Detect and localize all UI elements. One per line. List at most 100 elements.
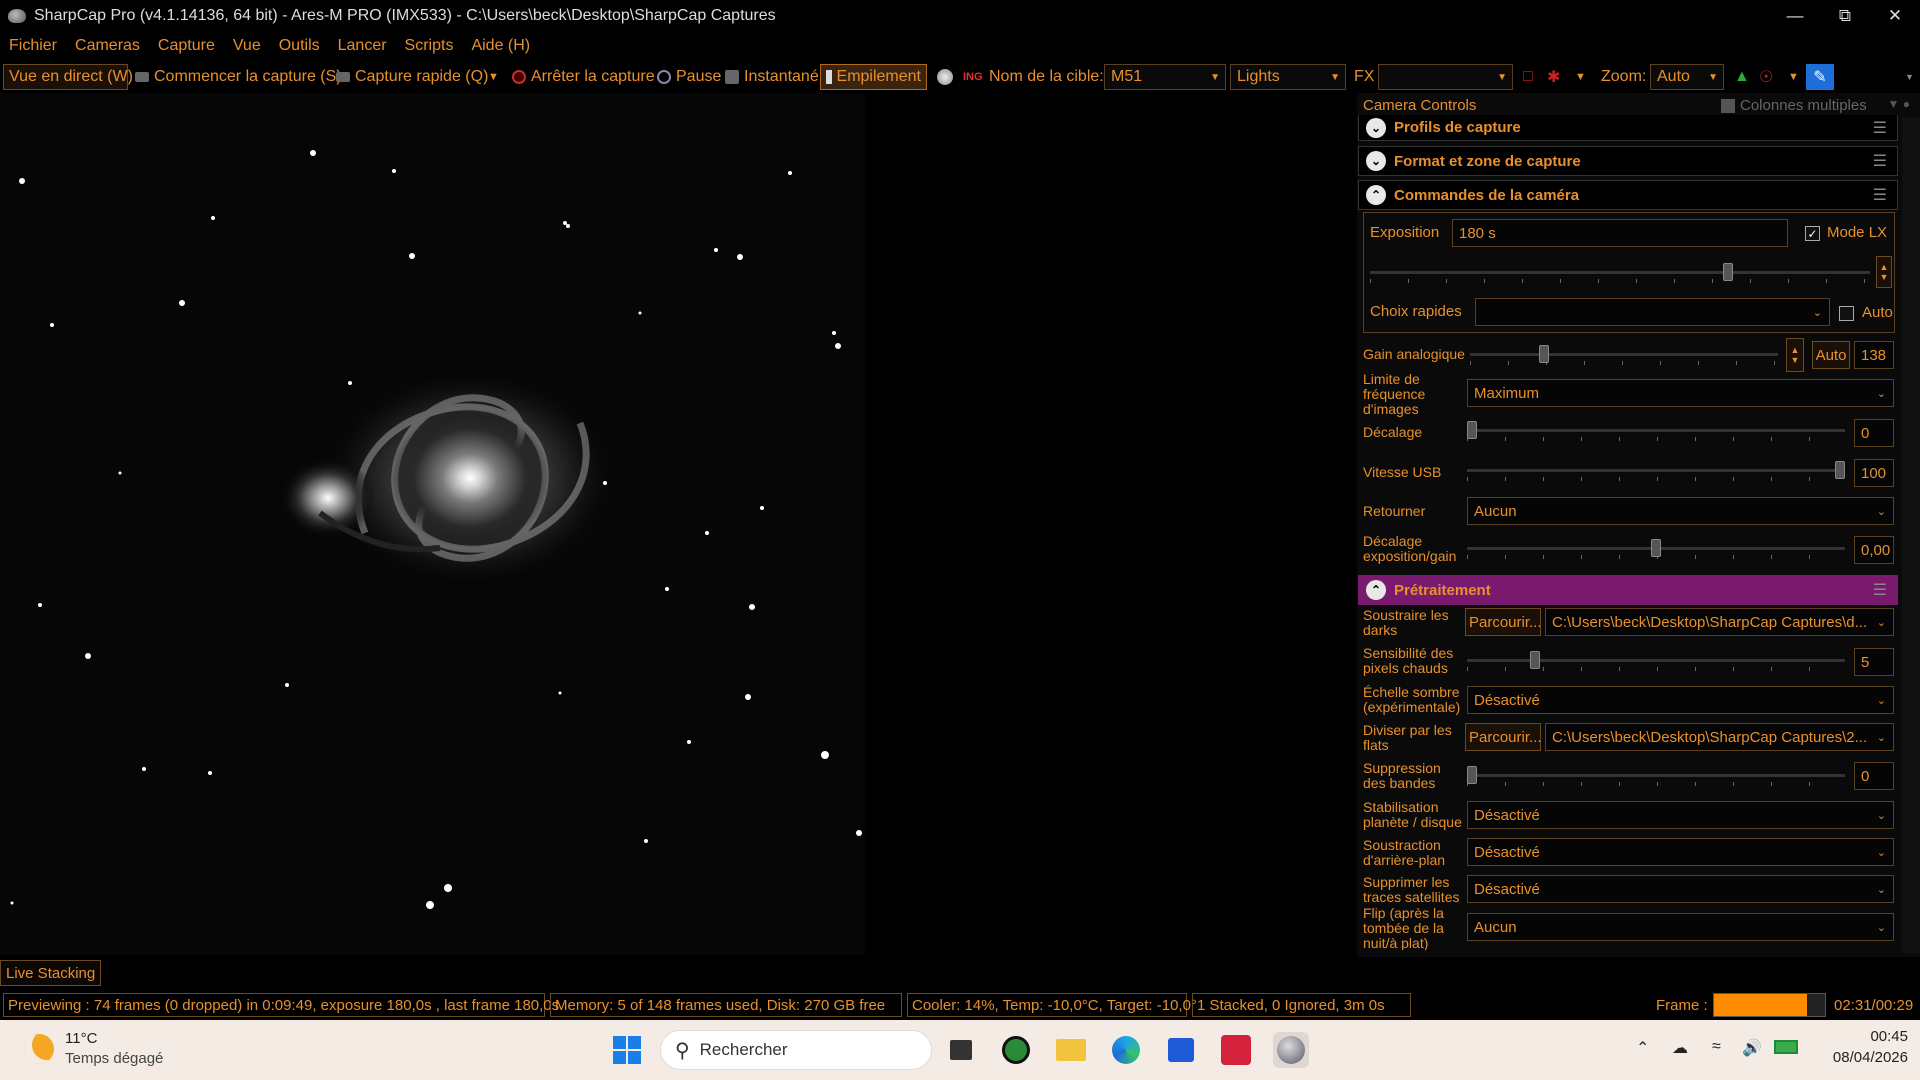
exposure-spinner[interactable]: ▲ ▼ bbox=[1876, 256, 1892, 288]
frame-label: Frame : bbox=[1656, 996, 1708, 1014]
bg-subtraction-combo[interactable]: Désactivé ⌄ bbox=[1467, 838, 1894, 866]
stabilization-combo[interactable]: Désactivé ⌄ bbox=[1467, 801, 1894, 829]
section-format-area[interactable]: ⌄ Format et zone de capture ☰ bbox=[1358, 146, 1898, 176]
app-target-icon[interactable] bbox=[998, 1032, 1034, 1068]
gain-slider[interactable] bbox=[1470, 343, 1778, 367]
section-preprocessing[interactable]: ⌃ Prétraitement ☰ bbox=[1358, 575, 1898, 605]
panel-scrollbar[interactable] bbox=[1902, 117, 1920, 953]
weather-temp[interactable]: 11°C bbox=[65, 1030, 97, 1047]
satellite-combo[interactable]: Désactivé ⌄ bbox=[1467, 875, 1894, 903]
minimize-button[interactable]: — bbox=[1770, 0, 1820, 31]
section-capture-profiles[interactable]: ⌄ Profils de capture ☰ bbox=[1358, 115, 1898, 141]
gain-value[interactable]: 138 bbox=[1854, 341, 1894, 369]
dark-scale-combo[interactable]: Désactivé ⌄ bbox=[1467, 686, 1894, 714]
banding-slider[interactable] bbox=[1467, 764, 1845, 788]
file-explorer-icon[interactable] bbox=[1053, 1032, 1089, 1068]
bg-subtraction-label: Soustraction d'arrière-plan bbox=[1363, 837, 1446, 868]
histogram-green-icon[interactable]: ▲ bbox=[1729, 64, 1755, 90]
exposure-input[interactable]: 180 s bbox=[1452, 219, 1788, 247]
section-menu-icon[interactable]: ☰ bbox=[1873, 118, 1887, 138]
section-menu-icon[interactable]: ☰ bbox=[1873, 580, 1887, 600]
focus-dropdown-icon[interactable]: ▼ bbox=[1783, 64, 1804, 90]
banding-value[interactable]: 0 bbox=[1854, 762, 1894, 790]
toolbar-overflow-icon[interactable]: ▼ bbox=[1900, 64, 1919, 90]
wifi-icon[interactable]: ≈ bbox=[1712, 1038, 1721, 1056]
flip-combo[interactable]: Aucun ⌄ bbox=[1467, 497, 1894, 525]
start-capture-button[interactable]: Commencer la capture (S) bbox=[130, 64, 347, 90]
flip-after-combo[interactable]: Aucun ⌄ bbox=[1467, 913, 1894, 941]
quick-choice-auto-checkbox[interactable] bbox=[1839, 306, 1854, 321]
section-menu-icon[interactable]: ☰ bbox=[1873, 151, 1887, 171]
volume-icon[interactable]: 🔊 bbox=[1742, 1038, 1762, 1058]
image-viewport[interactable] bbox=[0, 93, 1357, 957]
weather-moon-icon[interactable] bbox=[24, 1034, 54, 1064]
stop-capture-button[interactable]: Arrêter la capture bbox=[507, 64, 660, 90]
annotation-icon[interactable]: ✎ bbox=[1806, 64, 1834, 90]
grid-overlay-icon[interactable]: ✱ bbox=[1542, 64, 1565, 90]
frame-type-combo[interactable]: Lights ▼ bbox=[1230, 64, 1346, 90]
zoom-combo[interactable]: Auto ▼ bbox=[1650, 64, 1724, 90]
menu-scripts[interactable]: Scripts bbox=[396, 37, 463, 55]
quick-choice-combo[interactable]: ⌄ bbox=[1475, 298, 1830, 326]
exp-gain-offset-slider[interactable] bbox=[1467, 537, 1845, 561]
hot-pixels-value[interactable]: 5 bbox=[1854, 648, 1894, 676]
gain-auto-button[interactable]: Auto bbox=[1812, 341, 1850, 369]
task-view-icon[interactable] bbox=[943, 1032, 979, 1068]
menu-aide[interactable]: Aide (H) bbox=[462, 37, 539, 55]
live-stacking-tab[interactable]: Live Stacking bbox=[0, 960, 102, 986]
frame-rate-combo[interactable]: Maximum ⌄ bbox=[1467, 379, 1894, 407]
multi-columns-option[interactable]: Colonnes multiples bbox=[1721, 97, 1867, 114]
menu-vue[interactable]: Vue bbox=[224, 37, 270, 55]
usb-speed-slider[interactable] bbox=[1467, 459, 1845, 483]
restore-button[interactable]: ⧉ bbox=[1820, 0, 1870, 31]
weather-desc[interactable]: Temps dégagé bbox=[65, 1050, 163, 1067]
record-icon[interactable] bbox=[932, 64, 958, 90]
sharpcap-taskbar-icon[interactable] bbox=[1273, 1032, 1309, 1068]
snapshot-button[interactable]: Instantané bbox=[720, 64, 824, 90]
edge-browser-icon[interactable] bbox=[1108, 1032, 1144, 1068]
offset-value[interactable]: 0 bbox=[1854, 419, 1894, 447]
red-app-icon[interactable] bbox=[1218, 1032, 1254, 1068]
menu-lancer[interactable]: Lancer bbox=[329, 37, 396, 55]
menu-fichier[interactable]: Fichier bbox=[0, 37, 66, 55]
crosshair-icon[interactable]: □ bbox=[1518, 64, 1538, 90]
menu-outils[interactable]: Outils bbox=[270, 37, 329, 55]
stacking-button[interactable]: Empilement bbox=[820, 64, 927, 90]
pause-button[interactable]: Pause bbox=[652, 64, 726, 90]
fx-combo[interactable]: ▼ bbox=[1378, 64, 1513, 90]
quick-capture-button[interactable]: Capture rapide (Q) bbox=[331, 64, 493, 90]
target-name-combo[interactable]: M51 ▼ bbox=[1104, 64, 1226, 90]
chevron-down-icon: ▼ bbox=[1790, 355, 1800, 365]
gain-spinner[interactable]: ▲ ▼ bbox=[1786, 338, 1804, 372]
exposure-slider[interactable] bbox=[1370, 261, 1870, 285]
darks-path-combo[interactable]: C:\Users\beck\Desktop\SharpCap Captures\… bbox=[1545, 608, 1894, 636]
windows-start-icon[interactable] bbox=[609, 1032, 645, 1068]
clock-time[interactable]: 00:45 bbox=[1838, 1028, 1908, 1045]
focus-icon[interactable]: ☉ bbox=[1754, 64, 1778, 90]
section-camera-controls[interactable]: ⌃ Commandes de la caméra ☰ bbox=[1358, 180, 1898, 210]
battery-icon[interactable] bbox=[1774, 1040, 1798, 1054]
pin-icon[interactable]: ▼ ● bbox=[1888, 97, 1910, 111]
hot-pixels-slider[interactable] bbox=[1467, 649, 1845, 673]
quick-capture-dropdown-icon[interactable]: ▼ bbox=[483, 64, 504, 90]
microsoft-store-icon[interactable] bbox=[1163, 1032, 1199, 1068]
flats-path-combo[interactable]: C:\Users\beck\Desktop\SharpCap Captures\… bbox=[1545, 723, 1894, 751]
overlay-dropdown-icon[interactable]: ▼ bbox=[1570, 64, 1591, 90]
exp-gain-offset-value[interactable]: 0,00 bbox=[1854, 536, 1894, 564]
lx-mode-label: Mode LX bbox=[1827, 224, 1888, 241]
live-view-button[interactable]: Vue en direct (W) bbox=[3, 64, 133, 90]
lx-mode-checkbox[interactable]: ✓ bbox=[1805, 226, 1820, 241]
usb-speed-value[interactable]: 100 bbox=[1854, 459, 1894, 487]
menu-cameras[interactable]: Cameras bbox=[66, 37, 149, 55]
cloud-off-icon[interactable]: ☁ bbox=[1672, 1038, 1688, 1058]
flats-browse-button[interactable]: Parcourir... bbox=[1465, 723, 1542, 751]
chevron-up-icon[interactable]: ⌃ bbox=[1636, 1038, 1649, 1058]
offset-slider[interactable] bbox=[1467, 419, 1845, 443]
darks-browse-button[interactable]: Parcourir... bbox=[1465, 608, 1542, 636]
section-menu-icon[interactable]: ☰ bbox=[1873, 185, 1887, 205]
close-button[interactable]: ✕ bbox=[1870, 0, 1920, 31]
taskbar-search[interactable]: ⚲ Rechercher bbox=[660, 1030, 932, 1070]
menu-capture[interactable]: Capture bbox=[149, 37, 224, 55]
chevron-up-icon: ⌃ bbox=[1366, 185, 1386, 205]
clock-date[interactable]: 08/04/2026 bbox=[1818, 1049, 1908, 1066]
